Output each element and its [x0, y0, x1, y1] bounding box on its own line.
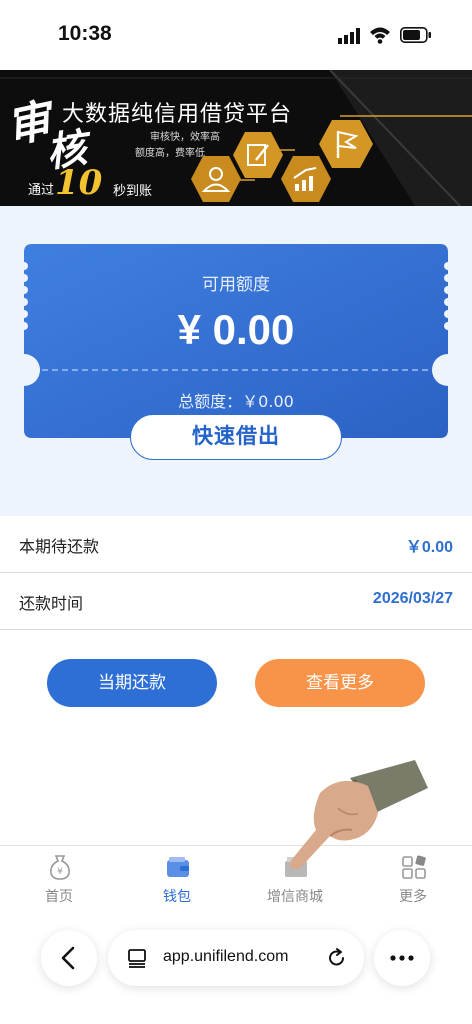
tabs-icon — [128, 949, 146, 968]
banner-title: 大数据纯信用借贷平台 — [62, 102, 293, 127]
cellular-signal-icon — [338, 28, 360, 44]
tab-more-label: 更多 — [399, 889, 427, 905]
svg-text:¥: ¥ — [57, 867, 63, 877]
battery-icon — [400, 27, 431, 43]
money-bag-icon: ¥ — [50, 855, 70, 880]
credit-section: 可用额度 ¥ 0.00 总额度：￥0.00 快速借出 — [0, 206, 472, 516]
banner-sub-1: 审核快，效率高 — [150, 132, 220, 143]
tab-home[interactable]: ¥ 首页 — [0, 846, 118, 925]
banner-arrive-suffix: 秒到账 — [113, 184, 153, 199]
wallet-icon — [167, 857, 189, 877]
repay-current-button[interactable]: 当期还款 — [47, 659, 217, 707]
edit-icon — [233, 132, 283, 178]
browser-back-button[interactable] — [41, 930, 97, 986]
wifi-icon — [370, 27, 390, 44]
repay-date-value: 2026/03/27 — [372, 590, 453, 607]
browser-toolbar: app.unifilend.com — [0, 924, 472, 1024]
banner-arrive-prefix: 通过 — [28, 183, 55, 198]
tab-home-label: 首页 — [45, 889, 73, 905]
current-due-label: 本期待还款 — [19, 537, 100, 556]
view-more-button[interactable]: 查看更多 — [255, 659, 425, 707]
tab-wallet-label: 钱包 — [163, 889, 191, 905]
address-url: app.unifilend.com — [163, 948, 289, 965]
pointing-hand-image — [289, 760, 428, 870]
reload-icon[interactable] — [326, 947, 348, 969]
browser-menu-button[interactable] — [374, 930, 430, 986]
status-bar: 10:38 — [0, 0, 472, 70]
current-due-row: 本期待还款 ￥0.00 — [0, 516, 472, 573]
available-credit-amount: ¥ 0.00 — [177, 306, 295, 353]
address-bar[interactable]: app.unifilend.com — [108, 930, 364, 986]
more-dots-icon — [390, 955, 414, 961]
tab-wallet[interactable]: 钱包 — [118, 846, 236, 925]
chevron-left-icon — [61, 946, 75, 970]
available-credit-label: 可用额度 — [202, 275, 270, 295]
quick-borrow-button[interactable]: 快速借出 — [130, 414, 342, 460]
flag-icon — [319, 120, 373, 168]
promo-banner[interactable]: 审 核 大数据纯信用借贷平台 审核快，效率高 额度高，费率低 通过 10 秒到账 — [0, 70, 472, 206]
repay-date-label: 还款时间 — [19, 594, 84, 613]
repay-date-row: 还款时间 2026/03/27 — [0, 573, 472, 630]
tab-credit-shop-label: 增信商城 — [267, 889, 323, 905]
banner-ten: 10 — [55, 163, 103, 203]
total-credit-label: 总额度：￥0.00 — [178, 392, 294, 411]
status-time: 10:38 — [58, 22, 112, 45]
current-due-value: ￥0.00 — [405, 539, 453, 556]
